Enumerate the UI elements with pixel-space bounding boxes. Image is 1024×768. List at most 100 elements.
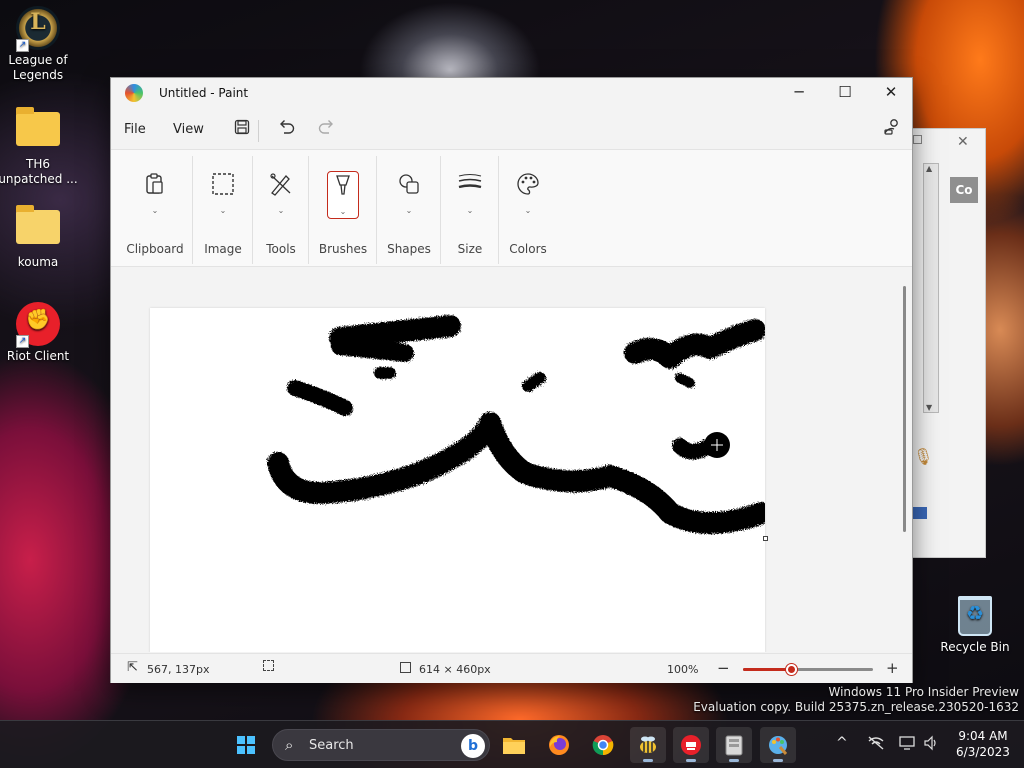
chevron-down-icon[interactable]: ⌄ [278,206,285,215]
ribbon-group-image[interactable]: ⌄ Image [193,150,253,268]
bing-icon[interactable]: b [461,734,485,758]
desktop-icon-th6-folder[interactable]: TH6 unpatched ... [0,104,80,187]
riot-client-icon[interactable] [673,727,709,763]
redo-icon[interactable] [314,118,338,142]
app-icon [913,507,927,519]
minimize-button[interactable]: ─ [776,78,822,108]
show-hidden-icons-chevron[interactable]: ^ [836,735,848,751]
ribbon-group-label: Tools [266,242,296,256]
chevron-down-icon[interactable]: ⌄ [467,206,474,215]
os-watermark: Windows 11 Pro Insider Preview Evaluatio… [693,685,1019,715]
menu-file[interactable]: File [124,122,146,137]
window-title: Untitled - Paint [159,86,249,100]
maximize-button[interactable]: ☐ [822,78,868,108]
menu-view[interactable]: View [173,122,204,137]
brush-icon[interactable] [328,173,358,203]
title-bar[interactable]: Untitled - Paint ─ ☐ ✕ [111,78,912,108]
desktop-icon-league-of-legends[interactable]: ↗ League of Legends [0,6,80,83]
ribbon-group-colors[interactable]: ⌄ Colors [499,150,557,268]
shortcut-arrow-icon: ↗ [16,39,29,52]
paint-window: Untitled - Paint ─ ☐ ✕ File View ⌄ Clipb… [110,77,913,683]
chevron-down-icon[interactable]: ⌄ [340,207,347,216]
drawing-canvas[interactable] [150,308,768,652]
vertical-scrollbar[interactable] [903,286,906,532]
volume-icon[interactable] [923,735,939,755]
canvas-workspace[interactable] [111,268,912,652]
selection-size-icon [263,660,274,671]
brush-button-selected[interactable]: ⌄ [327,171,359,219]
save-icon[interactable] [230,118,254,142]
bee-app-icon[interactable] [630,727,666,763]
menu-bar: File View [111,110,912,148]
brush-stroke [331,337,414,362]
desktop-icon-label: kouma [17,255,59,269]
ribbon-group-shapes[interactable]: ⌄ Shapes [377,150,441,268]
canvas-drawing [267,315,765,534]
watermark-line: Windows 11 Pro Insider Preview [828,685,1019,699]
recycle-bin-icon [958,596,992,636]
zoom-slider[interactable] [743,664,873,675]
background-window[interactable]: ✕ ▲ ▼ Co 🎙 [912,128,986,558]
cursor-position: 567, 137px [147,663,210,676]
ribbon-group-clipboard[interactable]: ⌄ Clipboard [117,150,193,268]
desktop-icon-label: TH6 unpatched ... [0,157,78,186]
chevron-down-icon[interactable]: ⌄ [525,206,532,215]
ribbon-group-brushes[interactable]: ⌄ Brushes [309,150,377,268]
search-icon: ⌕ [285,736,294,754]
ribbon-group-label: Brushes [318,242,368,256]
folder-icon [16,205,60,244]
ribbon-group-label: Shapes [387,242,431,256]
clipboard-icon[interactable] [140,172,170,202]
size-icon[interactable] [455,172,485,202]
ribbon-group-label: Size [457,242,483,256]
file-explorer-icon[interactable] [496,727,532,763]
zoom-level[interactable]: 100% [667,663,698,676]
brush-stroke [672,438,713,460]
cursor-icon: ⇱ [127,660,138,675]
display-icon[interactable] [899,735,915,755]
zoom-slider-thumb[interactable] [786,664,798,675]
ribbon-group-size[interactable]: ⌄ Size [441,150,499,268]
taskbar-search-box[interactable]: ⌕ Search b [272,729,490,761]
shapes-icon[interactable] [394,172,424,202]
desktop-icon-kouma-folder[interactable]: kouma [0,202,80,270]
selection-icon[interactable] [208,172,238,202]
riot-client-icon: ↗ [16,302,60,348]
close-button[interactable]: ✕ [868,78,914,108]
start-button[interactable] [228,727,264,763]
scroll-down-icon[interactable]: ▼ [926,403,932,412]
ribbon-group-tools[interactable]: ⌄ Tools [253,150,309,268]
chevron-down-icon[interactable]: ⌄ [220,206,227,215]
paint-icon[interactable] [760,727,796,763]
desktop-icon-label: Riot Client [6,349,70,363]
desktop-icon-label: League of Legends [8,53,68,82]
canvas-resize-handle[interactable] [763,536,768,541]
zoom-in-button[interactable]: + [886,659,899,677]
taskbar-clock[interactable]: 9:04 AM 6/3/2023 [950,728,1016,760]
maximize-icon[interactable] [913,135,922,144]
chevron-down-icon[interactable]: ⌄ [406,206,413,215]
scrollbar[interactable]: ▲ ▼ [923,163,939,413]
desktop-icon-riot-client[interactable]: ↗ Riot Client [0,302,80,364]
desktop-icon-label: Recycle Bin [940,640,1010,654]
undo-icon[interactable] [275,118,299,142]
taskbar: ⌕ Search b ^ 9:04 AM 6/3/2023 [0,720,1024,768]
colors-icon[interactable] [513,172,543,202]
paint-app-icon [125,84,143,102]
archive-app-icon[interactable] [716,727,752,763]
clock-time: 9:04 AM [958,729,1008,743]
chevron-down-icon[interactable]: ⌄ [152,206,159,215]
ribbon: ⌄ Clipboard ⌄ Image ⌄ Tools ⌄ Brushes ⌄ … [111,149,912,267]
search-label: Search [309,738,354,753]
desktop-icon-recycle-bin[interactable]: Recycle Bin [933,596,1017,655]
scroll-up-icon[interactable]: ▲ [926,164,932,173]
microphone-icon: 🎙 [913,447,934,466]
tools-icon[interactable] [266,172,296,202]
zoom-out-button[interactable]: − [717,659,730,677]
firefox-icon[interactable] [541,727,577,763]
network-disconnected-icon[interactable] [867,735,885,755]
chrome-icon[interactable] [585,727,621,763]
close-icon[interactable]: ✕ [957,134,969,150]
settings-icon[interactable] [880,118,904,142]
canvas-size-icon [400,662,411,673]
